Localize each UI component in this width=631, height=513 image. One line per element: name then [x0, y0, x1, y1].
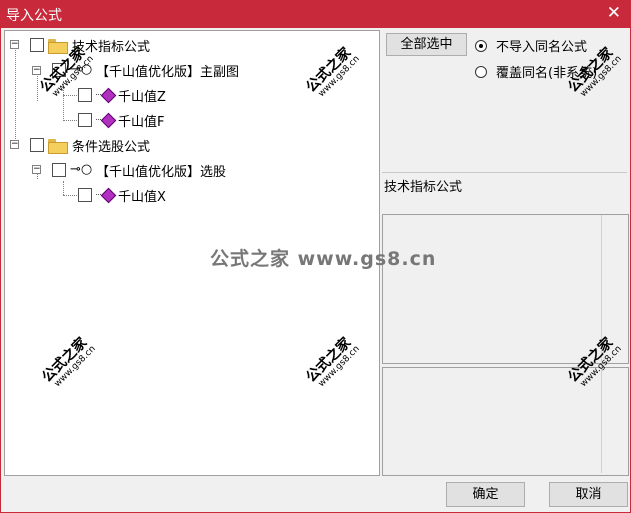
item-label: 千山值Z — [118, 89, 166, 105]
collapse-icon[interactable]: − — [32, 66, 41, 75]
folder-icon — [48, 38, 68, 54]
tree-connector — [15, 45, 16, 147]
radio-button[interactable] — [475, 39, 487, 52]
indicator-gem-icon — [96, 188, 114, 202]
tree-node-item[interactable]: 千山值F — [78, 110, 164, 130]
ok-button[interactable]: 确定 — [446, 482, 525, 507]
category-label: 条件选股公式 — [72, 139, 151, 155]
select-all-button[interactable]: 全部选中 — [386, 33, 467, 56]
tree-node-item[interactable]: 千山值X — [78, 185, 166, 205]
checkbox[interactable] — [30, 138, 44, 152]
formula-label: 【千山值优化版】选股 — [96, 164, 227, 180]
item-label: 千山值F — [118, 114, 165, 130]
key-icon: ⊸○ — [70, 162, 93, 177]
tree-node-item[interactable]: 千山值Z — [78, 85, 166, 105]
indicator-gem-icon — [96, 88, 114, 102]
checkbox[interactable] — [78, 188, 92, 202]
title-bar: 导入公式 ✕ — [0, 0, 631, 28]
indicator-gem-icon — [96, 113, 114, 127]
tree-node-category[interactable]: 技术指标公式 — [30, 35, 150, 55]
collapse-icon[interactable]: − — [10, 140, 19, 149]
window-title: 导入公式 — [6, 8, 62, 24]
folder-icon — [48, 138, 68, 154]
selected-category-label: 技术指标公式 — [384, 180, 463, 195]
description-panel — [382, 214, 629, 364]
checkbox[interactable] — [30, 38, 44, 52]
cancel-button[interactable]: 取消 — [549, 482, 628, 507]
radio-button[interactable] — [475, 65, 487, 78]
tree-connector — [63, 181, 64, 195]
item-label: 千山值X — [118, 189, 166, 205]
checkbox[interactable] — [78, 113, 92, 127]
formula-label: 【千山值优化版】主副图 — [96, 64, 240, 80]
collapse-icon[interactable]: − — [10, 40, 19, 49]
radio-skip-same-name[interactable]: 不导入同名公式 — [475, 36, 587, 55]
close-icon[interactable]: ✕ — [607, 3, 621, 23]
checkbox[interactable] — [52, 163, 66, 177]
center-watermark: 公式之家 www.gs8.cn — [210, 248, 437, 270]
tree-node-formula[interactable]: ⊸○ 【千山值优化版】选股 — [52, 160, 226, 180]
tree-node-category[interactable]: 条件选股公式 — [30, 135, 150, 155]
tree-connector — [37, 71, 38, 101]
collapse-icon[interactable]: − — [32, 165, 41, 174]
detail-panel — [382, 367, 629, 476]
checkbox[interactable] — [78, 88, 92, 102]
radio-label: 不导入同名公式 — [496, 40, 588, 55]
